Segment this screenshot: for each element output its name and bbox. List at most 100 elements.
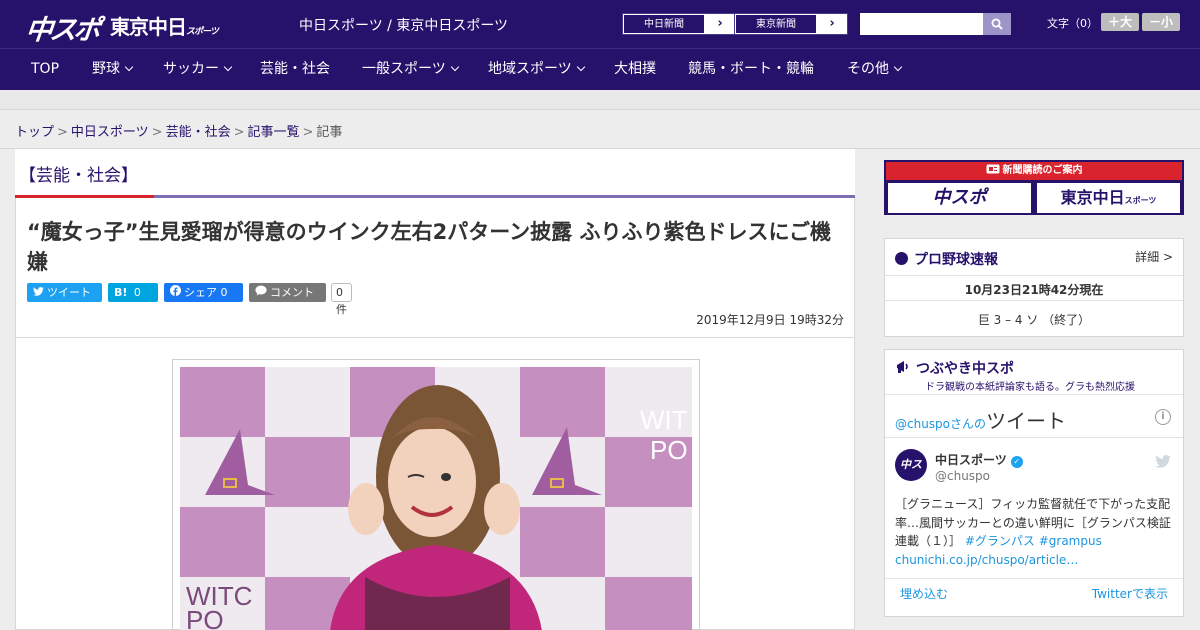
chevron-down-icon: [893, 62, 903, 72]
breadcrumb-separator: >: [233, 125, 245, 140]
view-on-twitter-link[interactable]: Twitterで表示: [1092, 585, 1168, 602]
nav-item-label: その他: [847, 61, 889, 77]
speech-bubble-icon: [255, 283, 267, 302]
timeline-footer-divider: [885, 578, 1183, 579]
search-icon: [991, 18, 1003, 30]
tweet-label: ツイート: [47, 286, 91, 299]
article-photo[interactable]: WITC PO WIT PO: [180, 367, 692, 630]
tweet-author-name[interactable]: 中日スポーツ ✓: [935, 451, 1023, 468]
chevron-down-icon: [450, 62, 459, 72]
tweet-text: ［グラニュース］フィッカ監督就任で下がった支配率…風間サッカーとの違い鮮明に［グ…: [895, 495, 1175, 569]
facebook-share-button[interactable]: シェア 0: [164, 283, 243, 302]
nav-item-top[interactable]: TOP: [31, 49, 59, 91]
twitter-bird-icon[interactable]: [1155, 453, 1171, 472]
baseball-widget-title: プロ野球速報: [895, 249, 998, 269]
facebook-share-label: シェア 0: [184, 286, 228, 299]
newspaper-icon: [986, 164, 999, 174]
breadcrumb-separator: >: [151, 125, 163, 140]
nav-item-other[interactable]: その他: [847, 49, 903, 91]
chunichi-shimbun-link[interactable]: 中日新聞 ›: [622, 13, 736, 35]
timeline-header-user[interactable]: @chuspoさんの: [895, 417, 986, 431]
photo-text-right: WIT: [640, 405, 688, 435]
tweet-hashtags[interactable]: #グランパス #grampus: [965, 534, 1102, 548]
main-column: 【芸能・社会】 “魔女っ子”生見愛瑠が得意のウインク左右2パターン披露 ふりふり…: [15, 149, 855, 630]
baseball-divider: [885, 275, 1183, 276]
twitter-widget-subtitle: ドラ観戦の本紙評論家も語る。グラも熱烈応援: [925, 382, 1135, 393]
nav-item-racing[interactable]: 競馬・ボート・競輪: [688, 49, 814, 91]
site-title-link[interactable]: 中日スポーツ / 東京中日スポーツ: [299, 15, 508, 35]
tokyo-chunichi-logo-sub: スポーツ: [186, 27, 219, 37]
breadcrumb-separator: >: [302, 125, 314, 140]
chevron-right-icon: ›: [717, 16, 723, 31]
hatena-icon: B!: [114, 286, 128, 299]
chuspo-logo[interactable]: 中スポ: [24, 8, 100, 47]
nav-item-label: 一般スポーツ: [362, 61, 446, 77]
font-size-label: 文字（0）: [1047, 17, 1098, 30]
nav-item-entertainment[interactable]: 芸能・社会: [260, 49, 330, 91]
site-header: 中スポ 東京中日スポーツ 中日スポーツ / 東京中日スポーツ 中日新聞 › 東京…: [0, 0, 1200, 48]
chevron-right-icon: ›: [829, 16, 835, 31]
search-input[interactable]: [860, 13, 983, 35]
breadcrumb-chunichi-sports[interactable]: 中日スポーツ: [71, 125, 149, 140]
tokyo-shimbun-link[interactable]: 東京新聞 ›: [734, 13, 848, 35]
twitter-widget-title: つぶやき中スポ: [895, 358, 1014, 378]
photo-text-right-2: PO: [650, 435, 688, 465]
nav-item-baseball[interactable]: 野球: [92, 49, 134, 91]
article-divider: [16, 337, 854, 338]
nav-item-label: 芸能・社会: [260, 61, 330, 77]
baseball-update-time: 10月23日21時42分現在: [964, 283, 1104, 297]
info-icon[interactable]: i: [1155, 409, 1171, 425]
facebook-icon: [170, 283, 181, 302]
nav-item-label: 大相撲: [614, 61, 656, 77]
font-smaller-button[interactable]: －小: [1142, 13, 1180, 31]
breadcrumb-current: 記事: [316, 125, 343, 140]
megaphone-icon: [897, 361, 908, 373]
subscribe-chuspo-logo: 中スポ: [888, 183, 1031, 213]
breadcrumb-entertainment[interactable]: 芸能・社会: [166, 125, 231, 140]
baseball-score-widget: プロ野球速報 詳細 > 10月23日21時42分現在 巨 3 – 4 ソ （終了…: [884, 238, 1184, 337]
tokyo-chunichi-logo[interactable]: 東京中日スポーツ: [110, 11, 219, 40]
baseball-game-score[interactable]: 巨 3 – 4 ソ （終了）: [885, 311, 1183, 328]
article: “魔女っ子”生見愛瑠が得意のウインク左右2パターン披露 ふりふり紫色ドレスにご機…: [15, 198, 855, 630]
twitter-bird-icon: [33, 283, 44, 302]
article-title: “魔女っ子”生見愛瑠が得意のウインク左右2パターン披露 ふりふり紫色ドレスにご機…: [27, 220, 832, 274]
search-button[interactable]: [983, 13, 1011, 35]
tweet-author-handle[interactable]: @chuspo: [935, 469, 990, 483]
nav-item-general-sports[interactable]: 一般スポーツ: [362, 49, 459, 91]
subscribe-tokyo-chunichi-sub: スポーツ: [1124, 196, 1157, 205]
hatena-count: 0: [133, 286, 141, 299]
nav-item-label: サッカー: [163, 61, 219, 77]
baseball-detail-link[interactable]: 詳細 >: [1135, 248, 1173, 265]
nav-item-label: 野球: [92, 61, 120, 77]
timeline-header-title: ツイート: [986, 409, 1067, 433]
subscribe-tokyo-chunichi-logo: 東京中日スポーツ: [1037, 183, 1180, 213]
twitter-widget: つぶやき中スポ ドラ観戦の本紙評論家も語る。グラも熱烈応援 @chuspoさんの…: [884, 349, 1184, 617]
nav-item-label: 地域スポーツ: [488, 61, 572, 77]
comment-button[interactable]: コメント: [249, 283, 326, 302]
breadcrumb-top[interactable]: トップ: [15, 125, 54, 140]
nav-item-label: 競馬・ボート・競輪: [688, 61, 814, 77]
breadcrumb-article-list[interactable]: 記事一覧: [248, 125, 300, 140]
font-bigger-button[interactable]: ＋大: [1101, 13, 1139, 31]
breadcrumb-separator: >: [57, 125, 68, 140]
verified-badge-icon: ✓: [1010, 456, 1023, 468]
baseball-icon: [895, 252, 908, 265]
article-photo-image: WITC PO WIT PO: [180, 367, 692, 630]
embed-link[interactable]: 埋め込む: [900, 585, 948, 602]
tweet-button[interactable]: ツイート: [27, 283, 102, 302]
baseball-title-text: プロ野球速報: [914, 252, 998, 268]
twitter-widget-title-text: つぶやき中スポ: [916, 361, 1014, 377]
subscribe-banner-label: 新聞購読のご案内: [1002, 165, 1083, 176]
tweet-link[interactable]: chunichi.co.jp/chuspo/article…: [895, 553, 1078, 567]
category-heading: 【芸能・社会】: [19, 166, 138, 186]
chunichi-shimbun-label: 中日新聞: [623, 14, 705, 34]
nav-item-local-sports[interactable]: 地域スポーツ: [488, 49, 585, 91]
subscribe-banner[interactable]: 新聞購読のご案内 中スポ 東京中日スポーツ: [884, 160, 1184, 215]
nav-item-sumo[interactable]: 大相撲: [614, 49, 656, 91]
hatena-bookmark-button[interactable]: B! 0: [108, 283, 158, 302]
chevron-down-icon: [223, 62, 233, 72]
comment-count: 0件: [331, 283, 352, 316]
nav-item-soccer[interactable]: サッカー: [163, 49, 233, 91]
avatar[interactable]: 中ス: [895, 449, 927, 481]
publish-date: 2019年12月9日 19時32分: [696, 313, 844, 327]
